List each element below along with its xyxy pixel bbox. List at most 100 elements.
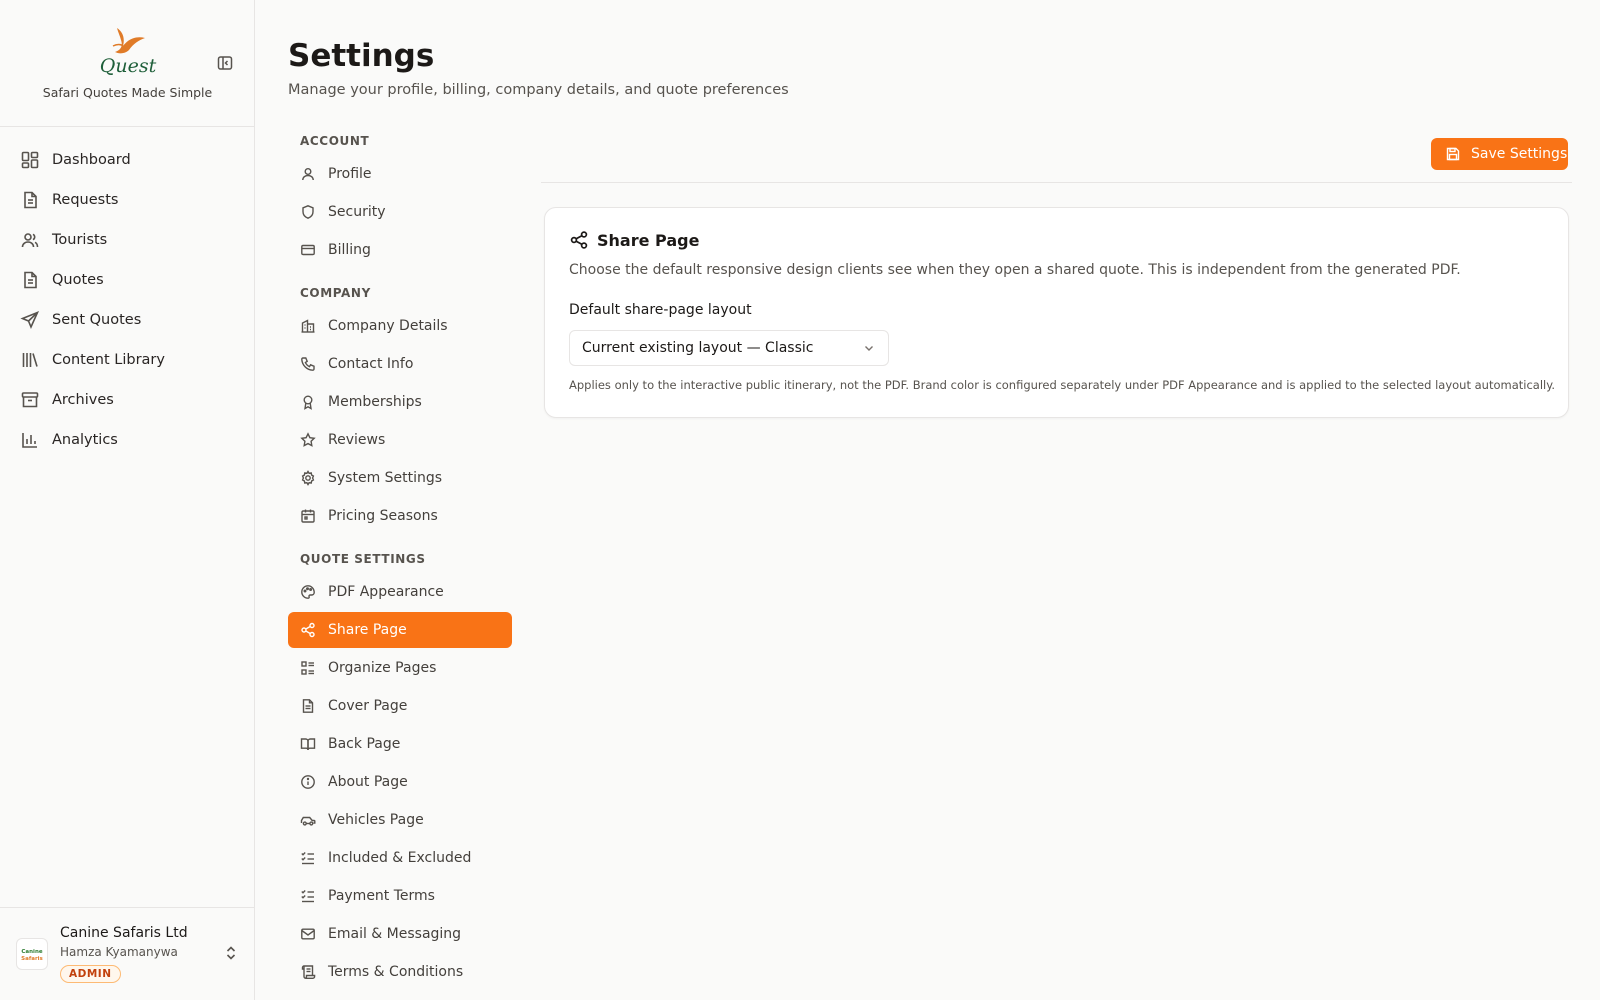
- settings-item-contact-info[interactable]: Contact Info: [288, 346, 512, 382]
- page-title: Settings: [288, 38, 435, 74]
- nav-item-sent-quotes[interactable]: Sent Quotes: [0, 300, 255, 340]
- nav-item-archives[interactable]: Archives: [0, 380, 255, 420]
- settings-item-pricing-seasons[interactable]: Pricing Seasons: [288, 498, 512, 534]
- users-icon: [20, 230, 40, 250]
- app-sidebar: Quest Safari Quotes Made Simple Dashboar…: [0, 0, 255, 1000]
- chevron-down-icon: [862, 341, 876, 355]
- settings-nav: ACCOUNT Profile Security Billing COMPANY…: [288, 130, 512, 992]
- company-name: Canine Safaris Ltd: [60, 925, 188, 941]
- main-nav: Dashboard Requests Tourists Quotes Sent …: [0, 140, 255, 460]
- settings-item-terms-conditions[interactable]: Terms & Conditions: [288, 954, 512, 990]
- share-page-card: Share Page Choose the default responsive…: [544, 207, 1569, 418]
- content-divider: [541, 182, 1572, 183]
- nav-item-quotes[interactable]: Quotes: [0, 260, 255, 300]
- settings-item-vehicles-page[interactable]: Vehicles Page: [288, 802, 512, 838]
- settings-item-label: Vehicles Page: [328, 812, 424, 828]
- settings-item-included-excluded[interactable]: Included & Excluded: [288, 840, 512, 876]
- shield-icon: [300, 204, 316, 220]
- settings-item-label: Memberships: [328, 394, 422, 410]
- send-icon: [20, 310, 40, 330]
- dashboard-icon: [20, 150, 40, 170]
- share-layout-select[interactable]: Current existing layout — Classic: [569, 330, 889, 366]
- settings-item-memberships[interactable]: Memberships: [288, 384, 512, 420]
- account-switcher[interactable]: Canine Safaris Canine Safaris Ltd Hamza …: [0, 907, 255, 1000]
- settings-item-system-settings[interactable]: System Settings: [288, 460, 512, 496]
- settings-item-payment-terms[interactable]: Payment Terms: [288, 878, 512, 914]
- settings-item-label: Email & Messaging: [328, 926, 462, 942]
- list-layout-icon: [300, 660, 316, 676]
- settings-item-about-page[interactable]: About Page: [288, 764, 512, 800]
- settings-item-reviews[interactable]: Reviews: [288, 422, 512, 458]
- settings-item-back-page[interactable]: Back Page: [288, 726, 512, 762]
- file-text-icon: [300, 698, 316, 714]
- star-icon: [300, 432, 316, 448]
- settings-item-cover-page[interactable]: Cover Page: [288, 688, 512, 724]
- card-title: Share Page: [597, 230, 700, 250]
- nav-item-label: Sent Quotes: [52, 312, 142, 328]
- info-icon: [300, 774, 316, 790]
- settings-item-label: Reviews: [328, 432, 386, 448]
- settings-item-label: Back Page: [328, 736, 401, 752]
- role-badge: ADMIN: [60, 965, 121, 983]
- nav-item-label: Archives: [52, 392, 114, 408]
- document-icon: [20, 190, 40, 210]
- layout-help-text: Applies only to the interactive public i…: [569, 378, 1556, 392]
- settings-item-share-page[interactable]: Share Page: [288, 612, 512, 648]
- company-avatar: Canine Safaris: [16, 938, 48, 970]
- brand-header: Quest Safari Quotes Made Simple: [0, 0, 255, 127]
- nav-item-label: Content Library: [52, 352, 165, 368]
- share-icon: [300, 622, 316, 638]
- settings-item-company-details[interactable]: Company Details: [288, 308, 512, 344]
- section-heading-quote-settings: QUOTE SETTINGS: [300, 552, 426, 566]
- nav-item-label: Dashboard: [52, 152, 131, 168]
- card-header: Share Page: [569, 230, 699, 250]
- chevrons-up-down-icon[interactable]: [223, 944, 239, 962]
- calendar-icon: [300, 508, 316, 524]
- section-heading-account: ACCOUNT: [300, 134, 370, 148]
- brand-tagline: Safari Quotes Made Simple: [42, 85, 213, 100]
- settings-item-label: Payment Terms: [328, 888, 435, 904]
- archive-icon: [20, 390, 40, 410]
- nav-item-label: Analytics: [52, 432, 118, 448]
- svg-text:Canine: Canine: [21, 949, 42, 955]
- save-settings-button[interactable]: Save Settings: [1431, 138, 1568, 170]
- settings-item-label: Contact Info: [328, 356, 414, 372]
- nav-item-requests[interactable]: Requests: [0, 180, 255, 220]
- nav-item-label: Requests: [52, 192, 119, 208]
- settings-item-pdf-appearance[interactable]: PDF Appearance: [288, 574, 512, 610]
- settings-item-label: Pricing Seasons: [328, 508, 438, 524]
- save-settings-label: Save Settings: [1471, 146, 1568, 162]
- scroll-icon: [300, 964, 316, 980]
- section-heading-company: COMPANY: [300, 286, 371, 300]
- settings-item-label: Organize Pages: [328, 660, 437, 676]
- svg-text:Safaris: Safaris: [21, 956, 43, 962]
- nav-item-content-library[interactable]: Content Library: [0, 340, 255, 380]
- nav-item-analytics[interactable]: Analytics: [0, 420, 255, 460]
- sidebar-collapse-icon[interactable]: [216, 54, 234, 72]
- document-icon: [20, 270, 40, 290]
- nav-item-label: Quotes: [52, 272, 104, 288]
- settings-item-email-messaging[interactable]: Email & Messaging: [288, 916, 512, 952]
- quest-logo[interactable]: Quest: [99, 24, 157, 76]
- list-checks-icon: [300, 888, 316, 904]
- settings-item-security[interactable]: Security: [288, 194, 512, 230]
- settings-item-label: Cover Page: [328, 698, 408, 714]
- settings-item-organize-pages[interactable]: Organize Pages: [288, 650, 512, 686]
- settings-item-label: Security: [328, 204, 386, 220]
- save-icon: [1445, 146, 1461, 162]
- settings-item-label: Terms & Conditions: [328, 964, 464, 980]
- settings-item-label: Billing: [328, 242, 371, 258]
- settings-item-profile[interactable]: Profile: [288, 156, 512, 192]
- user-icon: [300, 166, 316, 182]
- settings-item-billing[interactable]: Billing: [288, 232, 512, 268]
- mail-icon: [300, 926, 316, 942]
- settings-item-label: PDF Appearance: [328, 584, 444, 600]
- nav-item-label: Tourists: [52, 232, 108, 248]
- building-icon: [300, 318, 316, 334]
- svg-text:Quest: Quest: [100, 55, 157, 76]
- settings-item-label: About Page: [328, 774, 408, 790]
- settings-item-label: System Settings: [328, 470, 443, 486]
- card-description: Choose the default responsive design cli…: [569, 262, 1461, 278]
- nav-item-tourists[interactable]: Tourists: [0, 220, 255, 260]
- nav-item-dashboard[interactable]: Dashboard: [0, 140, 255, 180]
